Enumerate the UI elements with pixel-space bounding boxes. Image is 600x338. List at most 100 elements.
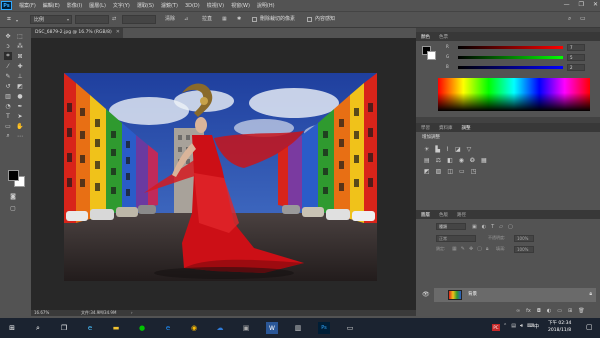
green-value-field[interactable]: 5: [567, 54, 585, 61]
color-balance-icon[interactable]: ⚖: [436, 157, 441, 164]
menu-filter[interactable]: 濾鏡(T): [161, 2, 178, 9]
up-arrow-icon[interactable]: ⌃: [503, 323, 507, 329]
delete-cropped-checkbox[interactable]: [252, 17, 257, 22]
edge-icon[interactable]: e: [162, 322, 174, 334]
blue-value-field[interactable]: 2: [567, 64, 585, 71]
menu-type[interactable]: 文字(Y): [113, 2, 130, 9]
curves-icon[interactable]: ⌇: [446, 146, 449, 153]
gradient-map-icon[interactable]: ▭: [459, 168, 465, 175]
lock-position-icon[interactable]: ✥: [469, 246, 473, 252]
straighten-button[interactable]: 拉直: [202, 17, 212, 22]
opacity-field[interactable]: 100%: [514, 235, 534, 242]
width-field[interactable]: [75, 15, 109, 24]
menu-image[interactable]: 影像(I): [67, 2, 82, 9]
brightness-icon[interactable]: ☀: [424, 146, 429, 153]
frame-tool-icon[interactable]: ⊠: [16, 52, 24, 60]
gear-icon[interactable]: ✱: [237, 17, 241, 22]
color-lookup-icon[interactable]: ▦: [481, 157, 487, 164]
channel-mixer-icon[interactable]: ❂: [470, 157, 475, 164]
fill-field[interactable]: 100%: [514, 246, 534, 253]
network-icon[interactable]: ▤: [511, 323, 516, 329]
ratio-select[interactable]: 比例 ▾: [30, 15, 72, 24]
blur-tool-icon[interactable]: ●: [16, 92, 24, 100]
restore-button[interactable]: ❐: [579, 1, 584, 8]
store-icon[interactable]: ▣: [240, 322, 252, 334]
invert-icon[interactable]: ◩: [424, 168, 430, 175]
tab-channels[interactable]: 色版: [439, 212, 448, 218]
notification-icon[interactable]: ▢: [586, 323, 593, 331]
new-adjustment-icon[interactable]: ◐: [547, 308, 551, 314]
screen-mode-icon[interactable]: ▢: [9, 204, 17, 212]
menu-3d[interactable]: 3D(D): [185, 3, 200, 9]
foreground-color-swatch-top[interactable]: [8, 170, 19, 181]
chevron-right-icon[interactable]: ›: [131, 311, 133, 315]
history-brush-tool-icon[interactable]: ↺: [4, 82, 12, 90]
blend-mode-select[interactable]: 正常: [436, 235, 476, 242]
clear-button[interactable]: 清除: [165, 17, 175, 22]
green-slider[interactable]: [458, 56, 563, 59]
swap-icon[interactable]: ⇄: [112, 17, 116, 22]
chrome-icon[interactable]: ◉: [188, 322, 200, 334]
lock-pixels-icon[interactable]: ▦: [452, 246, 457, 252]
posterize-icon[interactable]: ▨: [436, 168, 442, 175]
onedrive-icon[interactable]: ☁: [214, 322, 226, 334]
pen-tool-icon[interactable]: ✒: [16, 102, 24, 110]
menu-select[interactable]: 選取(S): [137, 2, 154, 9]
volume-icon[interactable]: 🔊︎: [520, 323, 523, 329]
type-tool-icon[interactable]: T: [4, 112, 12, 120]
tab-color[interactable]: 顏色: [421, 34, 430, 40]
zoom-level[interactable]: 16.67%: [34, 311, 49, 315]
chevron-down-icon[interactable]: ▾: [16, 18, 18, 23]
filter-adjust-icon[interactable]: ◐: [482, 224, 486, 230]
menu-help[interactable]: 說明(H): [257, 2, 275, 9]
trash-icon[interactable]: 🗑︎: [578, 308, 584, 314]
red-value-field[interactable]: 7: [567, 44, 585, 51]
straighten-icon[interactable]: ⊿: [184, 17, 188, 22]
hand-tool-icon[interactable]: ✋: [16, 122, 24, 130]
menu-edit[interactable]: 編輯(E): [43, 2, 60, 9]
app-icon[interactable]: ▥: [292, 322, 304, 334]
language-indicator[interactable]: 中: [534, 325, 539, 330]
menu-file[interactable]: 檔案(F): [19, 2, 36, 9]
visibility-eye-icon[interactable]: 👁︎: [422, 292, 430, 298]
quick-select-tool-icon[interactable]: ⁂: [16, 42, 24, 50]
word-icon[interactable]: W: [266, 322, 278, 334]
filter-shape-icon[interactable]: ▱: [499, 224, 503, 230]
more-tools-icon[interactable]: ⋯: [16, 132, 24, 140]
brush-tool-icon[interactable]: ✎: [4, 72, 12, 80]
blue-slider[interactable]: [458, 66, 563, 69]
panel-background-swatch[interactable]: [427, 51, 436, 60]
selective-color-icon[interactable]: ◳: [471, 168, 477, 175]
vibrance-icon[interactable]: ▽: [467, 146, 472, 153]
color-spectrum[interactable]: [438, 78, 590, 111]
line-icon[interactable]: ●: [136, 322, 148, 334]
tab-swatches[interactable]: 色票: [439, 34, 448, 40]
black-white-icon[interactable]: ◧: [447, 157, 453, 164]
tab-libraries[interactable]: 資料庫: [439, 125, 453, 131]
task-view-icon[interactable]: ❐: [58, 322, 70, 334]
ie-icon[interactable]: e: [84, 322, 96, 334]
marquee-tool-icon[interactable]: ⬚: [16, 32, 24, 40]
hue-sat-icon[interactable]: ▤: [424, 157, 430, 164]
monitor-icon[interactable]: ▭: [344, 322, 356, 334]
document-tab[interactable]: DSC_6879-2.jpg @ 16.7% (RGB/8) ✕: [31, 28, 123, 38]
zoom-tool-icon[interactable]: ⌕: [4, 132, 12, 140]
levels-icon[interactable]: ▙: [435, 146, 440, 153]
path-select-tool-icon[interactable]: ➤: [16, 112, 24, 120]
height-field[interactable]: [122, 15, 156, 24]
lock-artboard-icon[interactable]: ▢: [477, 246, 482, 252]
link-layers-icon[interactable]: ∞: [516, 308, 520, 314]
file-explorer-icon[interactable]: ▬: [110, 322, 122, 334]
dodge-tool-icon[interactable]: ◔: [4, 102, 12, 110]
healing-tool-icon[interactable]: ✚: [16, 62, 24, 70]
minimize-button[interactable]: —: [564, 1, 570, 8]
filter-smart-icon[interactable]: ▢: [508, 224, 513, 230]
menu-layer[interactable]: 圖層(L): [89, 2, 106, 9]
new-group-icon[interactable]: ▭: [557, 308, 562, 314]
tab-layers[interactable]: 圖層: [421, 212, 430, 218]
menu-view[interactable]: 檢視(V): [207, 2, 224, 9]
tab-paths[interactable]: 路徑: [457, 212, 466, 218]
lock-paint-icon[interactable]: ✎: [461, 246, 465, 252]
eraser-tool-icon[interactable]: ◩: [16, 82, 24, 90]
gradient-tool-icon[interactable]: ▥: [4, 92, 12, 100]
